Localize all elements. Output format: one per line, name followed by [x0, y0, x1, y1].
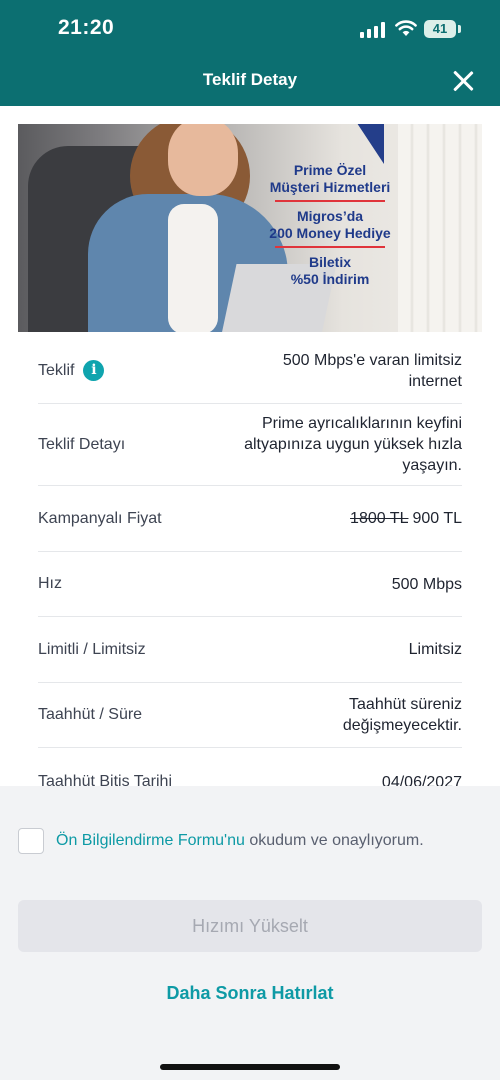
detail-row-teklif-detayi: Teklif Detayı Prime ayrıcalıklarının key…: [38, 404, 462, 486]
detail-value: Taahhüt süreniz değişmeyecektir.: [342, 696, 462, 734]
detail-value: 04/06/2027: [381, 773, 462, 787]
detail-value: 500 Mbps'e varan limitsiz internet: [282, 351, 462, 390]
detail-row-commitment: Taahhüt / Süre Taahhüt süreniz değişmeye…: [38, 683, 462, 748]
detail-label: Limitli / Limitsiz: [38, 640, 146, 658]
promo-banner-image: Prime Özel Müşteri Hizmetleri Migros’da …: [18, 124, 482, 332]
status-time: 21:20: [58, 16, 115, 39]
battery-icon: 41: [424, 20, 456, 38]
promo-line: Biletix: [308, 254, 351, 270]
detail-label: Hız: [38, 575, 62, 592]
consent-rest-text: okudum ve onaylıyorum.: [244, 832, 424, 849]
detail-row-speed: Hız 500 Mbps: [38, 552, 462, 617]
promo-line: Migros’da: [296, 208, 364, 224]
promo-line: Prime Özel: [293, 162, 367, 178]
offer-detail-list: Teklif i 500 Mbps'e varan limitsiz inter…: [38, 338, 462, 786]
detail-label-text: Teklif: [38, 361, 75, 379]
promo-line: %50 İndirim: [290, 271, 370, 287]
page-title: Teklif Detay: [202, 70, 298, 89]
detail-row-teklif: Teklif i 500 Mbps'e varan limitsiz inter…: [38, 338, 462, 404]
detail-label: Taahhüt Bitiş Tarihi: [38, 773, 172, 786]
top-header: 21:20 41 Teklif Detay: [0, 0, 500, 106]
consent-text: Ön Bilgilendirme Formu'nu okudum ve onay…: [56, 832, 424, 850]
consent-form-link[interactable]: Ön Bilgilendirme Formu'nu: [56, 832, 245, 849]
signal-icon: [360, 22, 386, 38]
promo-line: 200 Money Hediye: [269, 225, 391, 241]
detail-label: Teklif Detayı: [38, 435, 126, 453]
detail-value: Prime ayrıcalıklarının keyfini altyapını…: [244, 415, 462, 474]
new-price: 900 TL: [412, 510, 462, 527]
promo-divider: [275, 246, 385, 248]
detail-row-price: Kampanyalı Fiyat 1800 TL 900 TL: [38, 486, 462, 552]
battery-tip: [458, 25, 461, 33]
consent-checkbox[interactable]: [18, 828, 44, 854]
status-bar: 21:20 41: [0, 0, 500, 60]
consent-row: Ön Bilgilendirme Formu'nu okudum ve onay…: [18, 827, 488, 855]
promo-text-block: Prime Özel Müşteri Hizmetleri Migros’da …: [236, 162, 424, 288]
banner-ribbon: [318, 124, 384, 164]
home-indicator: [160, 1064, 340, 1070]
detail-value: Limitsiz: [408, 641, 462, 658]
remind-later-button[interactable]: Daha Sonra Hatırlat: [0, 983, 500, 1004]
detail-label: Teklif i: [38, 360, 105, 381]
info-icon[interactable]: i: [83, 360, 105, 381]
upgrade-speed-button[interactable]: Hızımı Yükselt: [18, 900, 482, 952]
wifi-icon: [395, 20, 417, 36]
detail-value: 500 Mbps: [391, 575, 462, 593]
old-price: 1800 TL: [350, 510, 409, 527]
promo-line: Müşteri Hizmetleri: [269, 179, 391, 195]
banner-person-top: [168, 204, 218, 332]
detail-label: Kampanyalı Fiyat: [38, 509, 162, 527]
promo-divider: [275, 200, 385, 202]
detail-label: Taahhüt / Süre: [38, 706, 143, 723]
banner-person-face: [168, 124, 238, 196]
detail-value: 1800 TL 900 TL: [350, 508, 462, 529]
offer-detail-card[interactable]: Prime Özel Müşteri Hizmetleri Migros’da …: [0, 106, 500, 786]
detail-row-limit: Limitli / Limitsiz Limitsiz: [38, 617, 462, 683]
detail-row-end-date: Taahhüt Bitiş Tarihi 04/06/2027: [38, 748, 462, 786]
close-icon[interactable]: [450, 68, 476, 94]
